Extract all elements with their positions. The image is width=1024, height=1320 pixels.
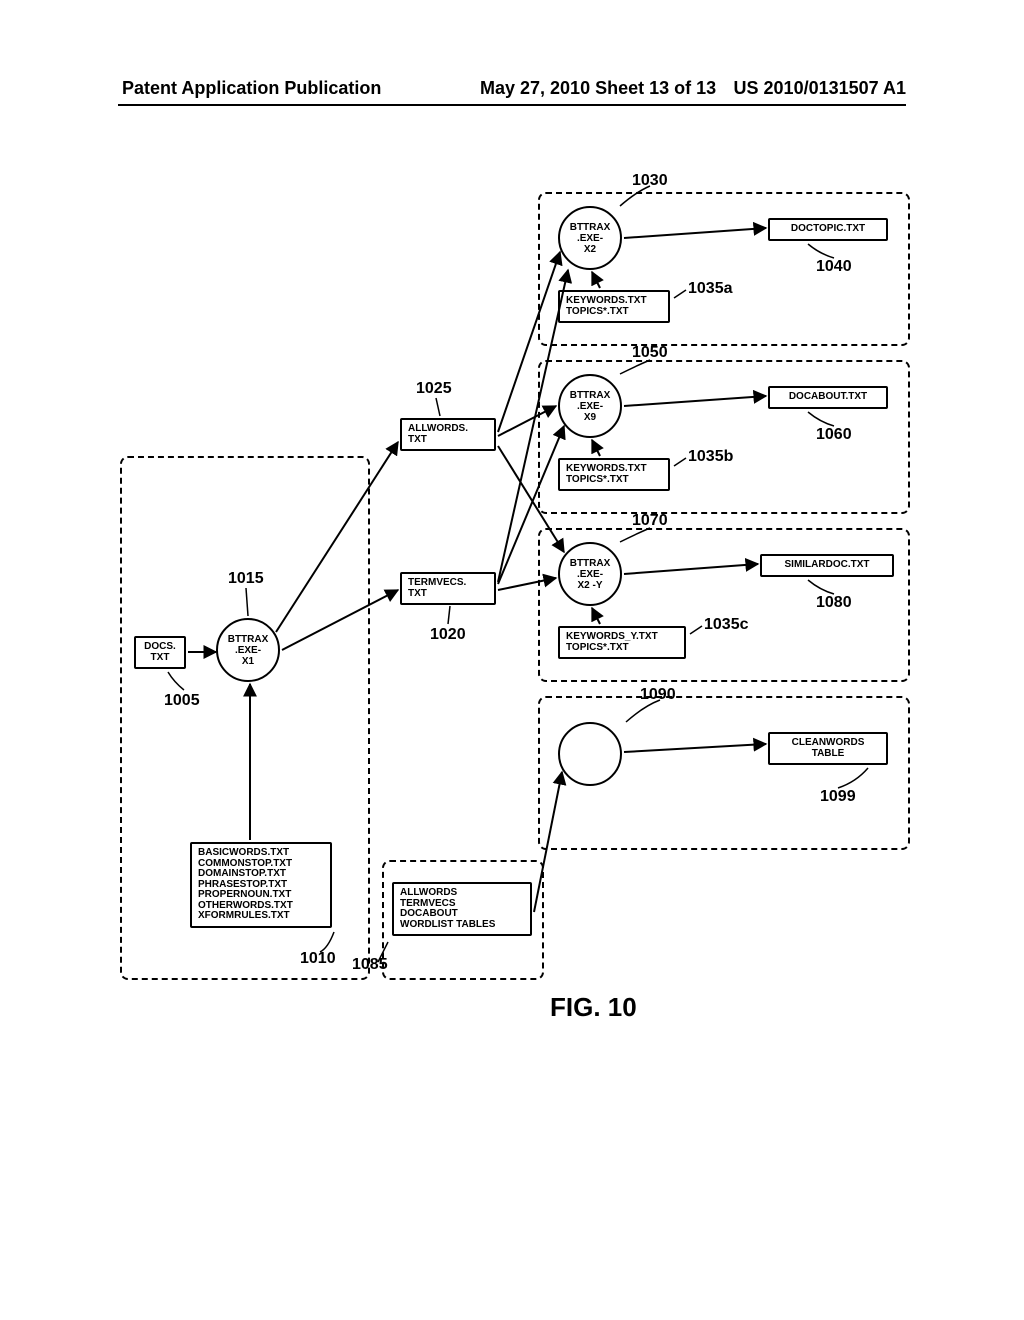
- ref-1050: 1050: [632, 344, 668, 362]
- ref-1099: 1099: [820, 788, 856, 806]
- file-wordlists: BASICWORDS.TXTCOMMONSTOP.TXTDOMAINSTOP.T…: [190, 842, 332, 928]
- ref-1015: 1015: [228, 570, 264, 588]
- process-bttrax-x9: BTTRAX.EXE-X9: [558, 374, 622, 438]
- file-docs: DOCS.TXT: [134, 636, 186, 669]
- ref-1070: 1070: [632, 512, 668, 530]
- ref-1035b: 1035b: [688, 448, 733, 466]
- ref-1080: 1080: [816, 594, 852, 612]
- file-keywords-a: KEYWORDS.TXTTOPICS*.TXT: [558, 290, 670, 323]
- file-docabout: DOCABOUT.TXT: [768, 386, 888, 409]
- process-bttrax-x1: BTTRAX.EXE-X1: [216, 618, 280, 682]
- process-bttrax-x2y: BTTRAX.EXE-X2 -Y: [558, 542, 622, 606]
- file-tables: ALLWORDSTERMVECSDOCABOUTWORDLIST TABLES: [392, 882, 532, 936]
- ref-1035a: 1035a: [688, 280, 733, 298]
- ref-1085: 1085: [352, 956, 388, 974]
- file-doctopic: DOCTOPIC.TXT: [768, 218, 888, 241]
- file-similardoc: SIMILARDOC.TXT: [760, 554, 894, 577]
- header-right: US 2010/0131507 A1: [734, 78, 906, 99]
- ref-1090: 1090: [640, 686, 676, 704]
- file-cleanwords: CLEANWORDSTABLE: [768, 732, 888, 765]
- ref-1035c: 1035c: [704, 616, 749, 634]
- header-mid: May 27, 2010 Sheet 13 of 13: [480, 78, 716, 99]
- patent-page: Patent Application Publication May 27, 2…: [0, 0, 1024, 1320]
- file-keywords-b: KEYWORDS.TXTTOPICS*.TXT: [558, 458, 670, 491]
- figure-caption: FIG. 10: [550, 992, 637, 1023]
- file-termvecs: TERMVECS.TXT: [400, 572, 496, 605]
- process-bttrax-x2: BTTRAX.EXE-X2: [558, 206, 622, 270]
- process-1090: [558, 722, 622, 786]
- header-left: Patent Application Publication: [122, 78, 381, 99]
- figure-area: DOCS.TXT BTTRAX.EXE-X1 BASICWORDS.TXTCOM…: [120, 192, 910, 1052]
- ref-1010: 1010: [300, 950, 336, 968]
- ref-1040: 1040: [816, 258, 852, 276]
- ref-1025: 1025: [416, 380, 452, 398]
- ref-1060: 1060: [816, 426, 852, 444]
- ref-1030: 1030: [632, 172, 668, 190]
- ref-1005: 1005: [164, 692, 200, 710]
- header-rule: [118, 104, 906, 106]
- file-keywords-c: KEYWORDS_Y.TXTTOPICS*.TXT: [558, 626, 686, 659]
- ref-1020: 1020: [430, 626, 466, 644]
- file-allwords: ALLWORDS.TXT: [400, 418, 496, 451]
